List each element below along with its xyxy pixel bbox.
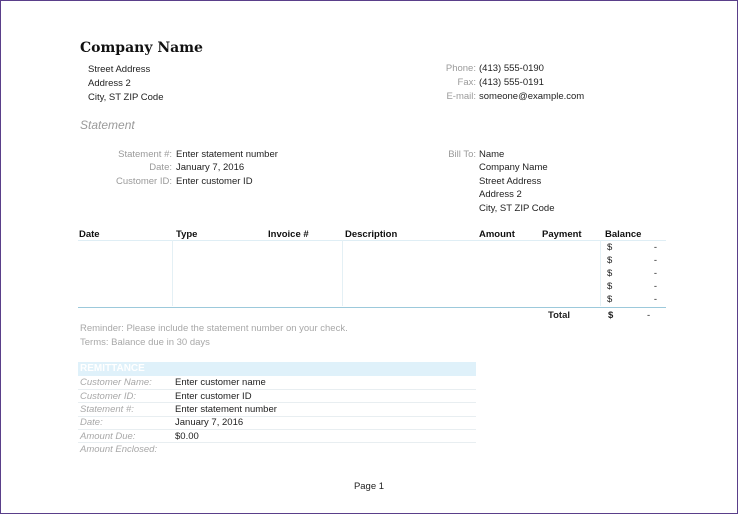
table-row: $ - bbox=[607, 242, 657, 255]
customer-id-value[interactable]: Enter customer ID bbox=[176, 176, 253, 187]
remit-amount-due-label: Amount Due: bbox=[80, 431, 136, 442]
fax-value: (413) 555-0191 bbox=[479, 77, 544, 88]
email-value: someone@example.com bbox=[479, 91, 585, 102]
email-label: E-mail: bbox=[446, 91, 476, 102]
statement-date-value[interactable]: January 7, 2016 bbox=[176, 162, 244, 173]
remit-customer-id-value[interactable]: Enter customer ID bbox=[175, 391, 252, 402]
total-label: Total bbox=[548, 310, 570, 321]
bill-to-street[interactable]: Street Address bbox=[479, 176, 541, 187]
bill-to-name[interactable]: Name bbox=[479, 149, 504, 160]
total-value: - bbox=[647, 310, 651, 321]
page-number: Page 1 bbox=[353, 481, 385, 492]
company-city: City, ST ZIP Code bbox=[88, 92, 164, 103]
remit-customer-name-label: Customer Name: bbox=[80, 377, 152, 388]
balance-value: - bbox=[653, 294, 657, 305]
statement-number-label: Statement #: bbox=[118, 149, 172, 160]
col-header-description: Description bbox=[345, 229, 398, 240]
remit-statement-number-value[interactable]: Enter statement number bbox=[175, 404, 277, 415]
bill-to-label: Bill To: bbox=[448, 149, 476, 160]
remit-amount-due-value[interactable]: $0.00 bbox=[175, 431, 199, 442]
table-divider bbox=[172, 240, 173, 306]
row-divider bbox=[78, 429, 476, 430]
remit-date-value[interactable]: January 7, 2016 bbox=[175, 417, 243, 428]
bill-to-address2[interactable]: Address 2 bbox=[479, 189, 522, 200]
balance-value: - bbox=[653, 281, 657, 292]
balance-currency: $ bbox=[607, 281, 613, 292]
reminder-note: Reminder: Please include the statement n… bbox=[80, 323, 348, 334]
table-divider bbox=[600, 240, 601, 306]
remittance-heading: REMITTANCE bbox=[80, 363, 145, 374]
col-header-amount: Amount bbox=[479, 229, 515, 240]
remit-customer-id-label: Customer ID: bbox=[80, 391, 136, 402]
col-header-invoice: Invoice # bbox=[268, 229, 309, 240]
remit-statement-number-label: Statement #: bbox=[80, 404, 134, 415]
col-header-payment: Payment bbox=[542, 229, 582, 240]
statement-number-value[interactable]: Enter statement number bbox=[176, 149, 278, 160]
balance-currency: $ bbox=[607, 255, 613, 266]
balance-currency: $ bbox=[607, 268, 613, 279]
row-divider bbox=[78, 416, 476, 417]
row-divider bbox=[78, 442, 476, 443]
balance-value: - bbox=[653, 242, 657, 253]
table-divider bbox=[342, 240, 343, 306]
balance-value: - bbox=[653, 255, 657, 266]
table-row: $ - bbox=[607, 294, 657, 307]
remit-customer-name-value[interactable]: Enter customer name bbox=[175, 377, 266, 388]
company-address2: Address 2 bbox=[88, 78, 131, 89]
balance-currency: $ bbox=[607, 294, 613, 305]
fax-label: Fax: bbox=[457, 77, 476, 88]
phone-value: (413) 555-0190 bbox=[479, 63, 544, 74]
remit-date-label: Date: bbox=[80, 417, 103, 428]
bill-to-company[interactable]: Company Name bbox=[479, 162, 548, 173]
remit-amount-enclosed-label: Amount Enclosed: bbox=[80, 444, 158, 455]
statement-title: Statement bbox=[80, 118, 135, 132]
balance-value: - bbox=[653, 268, 657, 279]
customer-id-label: Customer ID: bbox=[116, 176, 172, 187]
company-street: Street Address bbox=[88, 64, 151, 75]
terms-note: Terms: Balance due in 30 days bbox=[80, 337, 210, 348]
row-divider bbox=[78, 389, 476, 390]
phone-label: Phone: bbox=[445, 63, 476, 74]
col-header-date: Date bbox=[79, 229, 100, 240]
row-divider bbox=[78, 402, 476, 403]
col-header-type: Type bbox=[176, 229, 198, 240]
col-header-balance: Balance bbox=[605, 229, 642, 240]
table-row: $ - bbox=[607, 255, 657, 268]
table-row: $ - bbox=[607, 268, 657, 281]
statement-date-label: Date: bbox=[149, 162, 172, 173]
company-name: Company Name bbox=[80, 40, 203, 56]
remittance-heading-bar: REMITTANCE bbox=[78, 362, 476, 376]
balance-currency: $ bbox=[607, 242, 613, 253]
statement-table-body bbox=[78, 240, 666, 308]
bill-to-city[interactable]: City, ST ZIP Code bbox=[479, 203, 555, 214]
table-row: $ - bbox=[607, 281, 657, 294]
total-currency: $ bbox=[608, 310, 614, 321]
